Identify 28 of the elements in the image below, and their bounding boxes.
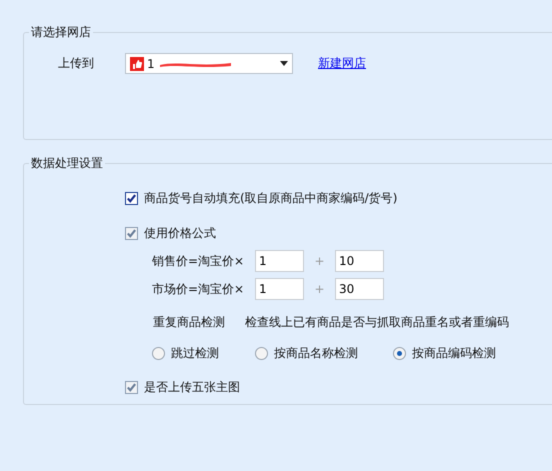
- shop-dropdown[interactable]: 1: [125, 53, 293, 74]
- formula-label: 销售价=淘宝价×: [152, 252, 246, 270]
- radio-label: 跳过检测: [171, 344, 219, 362]
- caret-icon: [280, 61, 288, 66]
- group-title: 请选择网店: [29, 25, 93, 39]
- radio-button[interactable]: [152, 346, 165, 360]
- group-title: 数据处理设置: [29, 156, 105, 170]
- multiplier-field[interactable]: 1: [255, 250, 304, 272]
- field-label: 上传到: [58, 55, 95, 72]
- radio-button[interactable]: [393, 346, 406, 360]
- dropdown-value: 1: [147, 56, 155, 70]
- radio-label: 按商品名称检测: [274, 344, 358, 362]
- checkbox-label: 商品货号自动填充(取自原商品中商家编码/货号): [144, 190, 398, 206]
- formula-label: 市场价=淘宝价×: [152, 280, 246, 298]
- checkbox-label: 是否上传五张主图: [144, 378, 240, 396]
- plus-sign: +: [313, 282, 326, 296]
- plus-sign: +: [313, 254, 326, 268]
- thumbs-up-icon: [130, 56, 144, 70]
- checkbox-label: 使用价格公式: [144, 224, 216, 242]
- addend-field[interactable]: 10: [335, 250, 384, 272]
- radio-button[interactable]: [255, 346, 268, 360]
- description-text: 检查线上已有商品是否与抓取商品重名或者重编码: [245, 314, 509, 331]
- multiplier-field[interactable]: 1: [255, 278, 304, 300]
- checkbox[interactable]: [125, 192, 138, 204]
- addend-field[interactable]: 30: [335, 278, 384, 300]
- new-shop-link[interactable]: 新建网店: [318, 55, 366, 72]
- radio-label: 按商品编码检测: [412, 344, 496, 362]
- section-label: 重复商品检测: [153, 314, 226, 331]
